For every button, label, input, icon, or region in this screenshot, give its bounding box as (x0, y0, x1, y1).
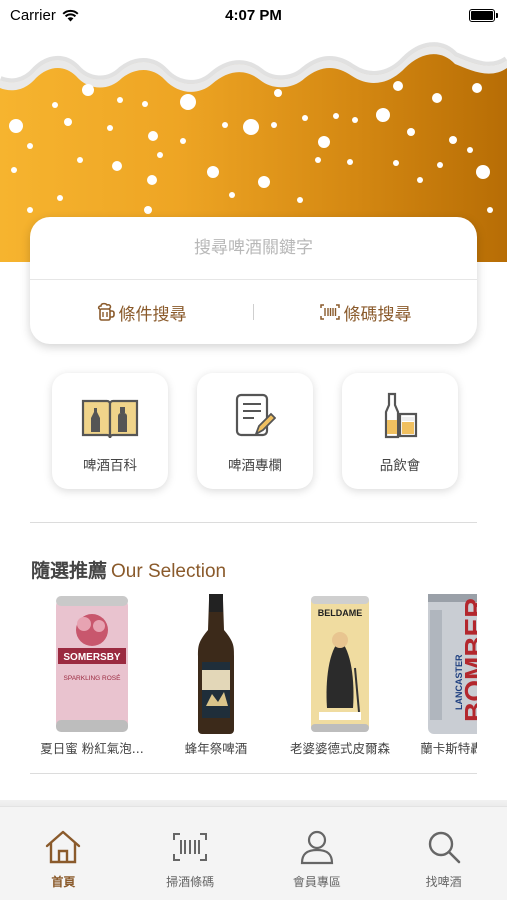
divider (30, 773, 477, 774)
product-carousel[interactable]: SOMERSBY SPARKLING ROSÉ 夏日蜜 粉紅氣泡... 蜂年祭啤… (30, 588, 477, 760)
product-image-somersby: SOMERSBY SPARKLING ROSÉ (56, 596, 128, 732)
tab-member-area[interactable]: 會員專區 (254, 807, 381, 900)
tasting-icon (384, 392, 418, 439)
user-icon (300, 830, 333, 865)
product-item[interactable]: 蜂年祭啤酒 (154, 588, 278, 760)
tab-label: 會員專區 (292, 875, 341, 889)
barcode-icon (173, 833, 208, 861)
condition-search-button[interactable]: 條件搜尋 (30, 300, 253, 325)
feature-label: 啤酒專欄 (228, 458, 282, 474)
condition-search-label: 條件搜尋 (118, 304, 187, 325)
product-image-beldame: BELDAME (311, 596, 369, 732)
feature-cards: 啤酒百科 啤酒專欄 品飲會 (52, 373, 458, 489)
tab-label: 掃酒條碼 (166, 875, 215, 889)
beer-mug-icon (97, 302, 115, 321)
search-icon (428, 831, 460, 864)
product-name: 蜂年祭啤酒 (184, 741, 248, 756)
status-bar: Carrier 4:07 PM (0, 0, 507, 30)
carrier-label: Carrier (10, 6, 56, 24)
feature-beer-column[interactable]: 啤酒專欄 (197, 373, 313, 489)
tab-label: 找啤酒 (425, 875, 462, 889)
barcode-scan-icon (319, 304, 340, 320)
tab-home[interactable]: 首頁 (0, 807, 127, 900)
search-input[interactable] (30, 217, 477, 279)
search-card: 條件搜尋 條碼搜尋 (30, 217, 477, 344)
tab-bar: 首頁 掃酒條碼 會員專區 找啤酒 (0, 806, 507, 900)
battery-icon (469, 8, 498, 22)
product-item[interactable]: BELDAME 老婆婆德式皮爾森 (278, 588, 402, 760)
barcode-search-label: 條碼搜尋 (343, 304, 412, 325)
product-item[interactable]: BOMBER LANCASTER 蘭卡斯特轟炸機 (402, 588, 477, 760)
feature-label: 品飲會 (379, 458, 421, 474)
product-image-bottle (198, 594, 234, 734)
tab-label: 首頁 (51, 875, 76, 889)
barcode-search-button[interactable]: 條碼搜尋 (254, 300, 477, 325)
product-name: 蘭卡斯特轟炸機 (420, 741, 477, 756)
product-name: 夏日蜜 粉紅氣泡... (40, 741, 144, 756)
feature-tasting-event[interactable]: 品飲會 (342, 373, 458, 489)
home-icon (46, 830, 81, 864)
product-item[interactable]: SOMERSBY SPARKLING ROSÉ 夏日蜜 粉紅氣泡... (30, 588, 154, 760)
can-brand-text: BELDAME (318, 608, 363, 618)
divider (30, 522, 477, 523)
tab-scan-barcode[interactable]: 掃酒條碼 (127, 807, 254, 900)
product-name: 老婆婆德式皮爾森 (289, 741, 390, 756)
product-image-bomber: BOMBER LANCASTER (428, 594, 477, 734)
can-sub-text: SPARKLING ROSÉ (64, 673, 122, 682)
feature-label: 啤酒百科 (83, 458, 137, 474)
book-icon (81, 399, 139, 439)
search-actions: 條件搜尋 條碼搜尋 (30, 280, 477, 344)
wifi-icon (62, 9, 79, 21)
feature-beer-encyclopedia[interactable]: 啤酒百科 (52, 373, 168, 489)
article-icon (235, 393, 276, 437)
section-title-en: Our Selection (111, 561, 227, 582)
section-title: 隨選推薦 Our Selection (31, 556, 226, 583)
tab-find-beer[interactable]: 找啤酒 (380, 807, 507, 900)
can-sub-text: LANCASTER (454, 654, 464, 710)
section-title-zh: 隨選推薦 (31, 560, 108, 582)
can-brand-text: SOMERSBY (63, 652, 121, 663)
